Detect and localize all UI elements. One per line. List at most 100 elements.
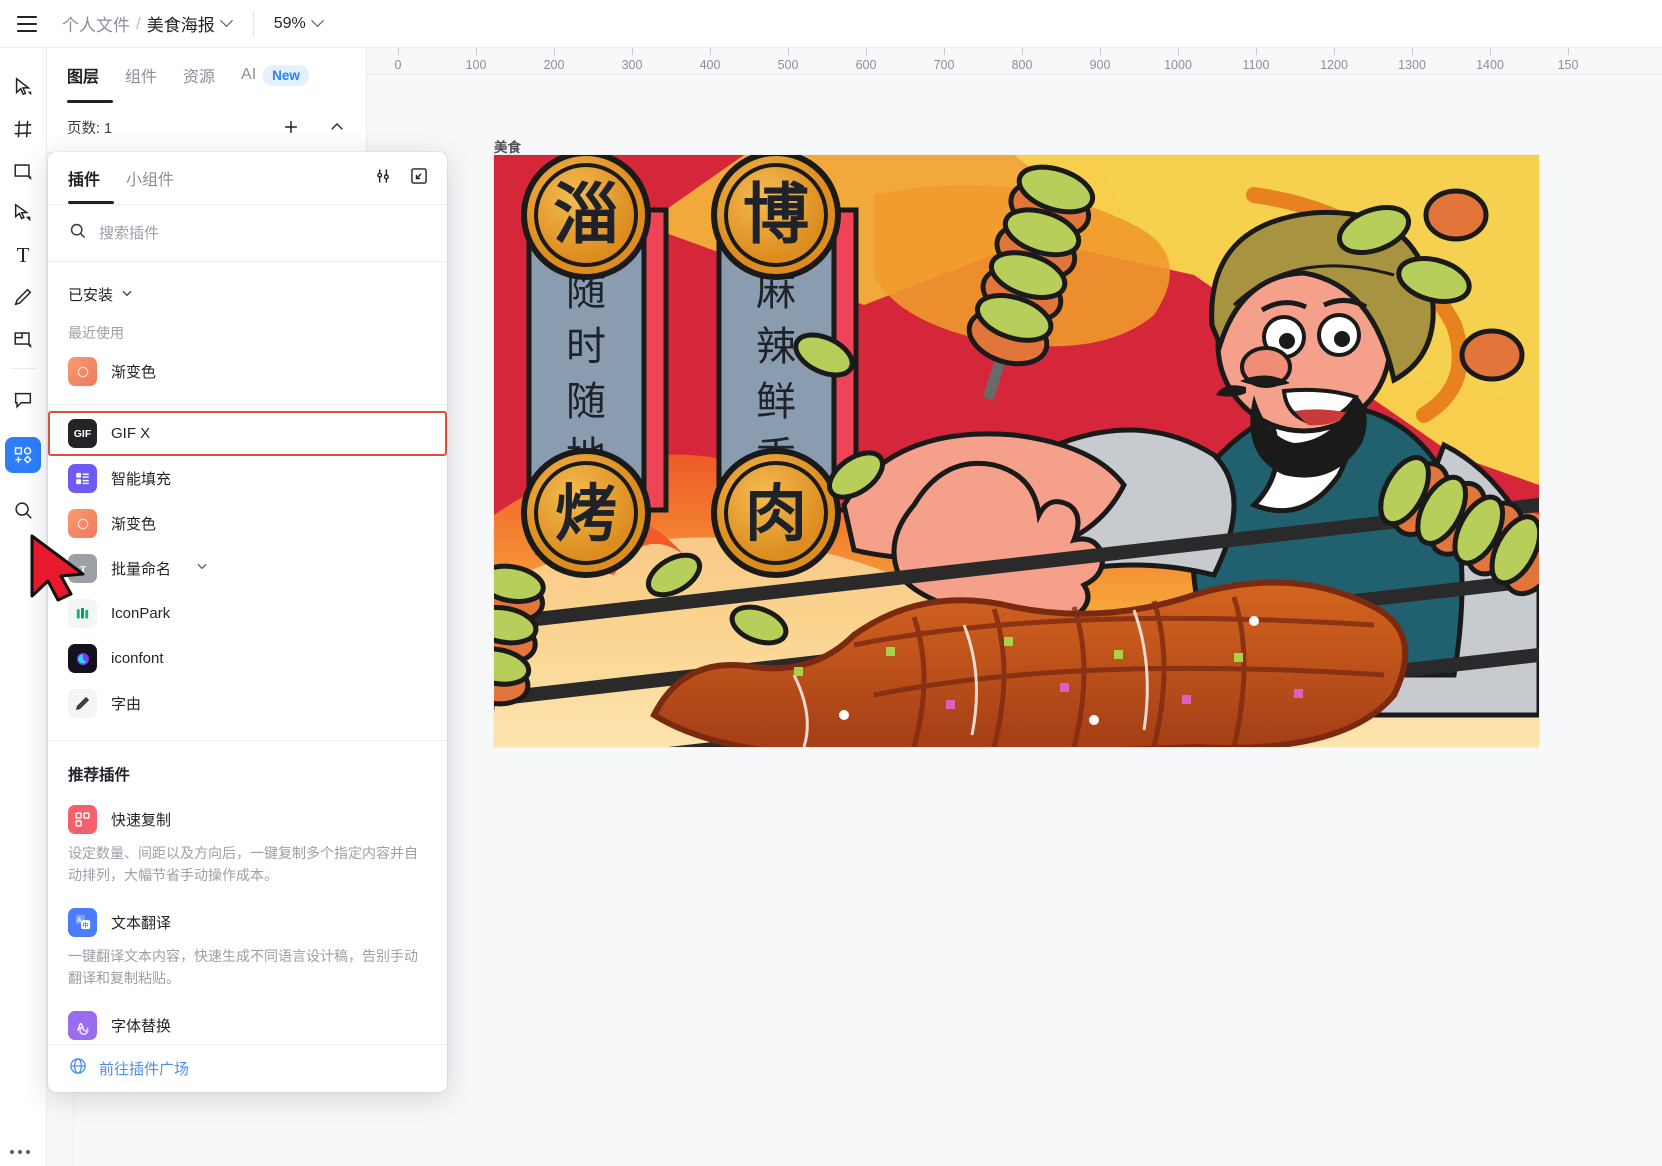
installed-section-header[interactable]: 已安装 (48, 262, 447, 309)
ruler-tick (1412, 48, 1413, 55)
plugin-name: IconPark (111, 605, 171, 622)
more-options-button[interactable] (10, 1150, 30, 1154)
breadcrumb-filename[interactable]: 美食海报 (147, 11, 215, 36)
breadcrumb-separator: / (136, 13, 141, 33)
list-item[interactable]: T 批量命名 (48, 546, 447, 591)
ruler-tick (1178, 48, 1179, 55)
search-icon (68, 221, 87, 245)
search-tool[interactable] (3, 489, 43, 531)
gif-icon: GIF (68, 419, 97, 448)
chevron-down-icon[interactable] (310, 14, 324, 28)
quick-copy-icon (68, 804, 97, 834)
ruler-label: 150 (1557, 58, 1579, 72)
list-item[interactable]: GIF GIF X (48, 411, 447, 456)
list-item[interactable]: A 字体替换 可一键批量替换设计稿中使用到的所有字体， (48, 1002, 447, 1044)
zoom-level-label: 59% (273, 14, 306, 32)
plugin-name: GIF X (111, 425, 151, 442)
font-replace-icon: A (68, 1011, 97, 1041)
iconfont-icon (68, 644, 97, 673)
zoom-control[interactable]: 59% (273, 14, 324, 33)
ruler-label: 1100 (1242, 58, 1270, 72)
list-item[interactable]: 字由 (48, 681, 447, 726)
comment-tool[interactable] (3, 379, 43, 421)
add-page-button[interactable] (280, 116, 302, 138)
plugin-tab-widgets[interactable]: 小组件 (126, 166, 174, 190)
pencil-tool[interactable] (3, 276, 43, 318)
list-item[interactable]: iconfont (48, 636, 447, 681)
tab-ai[interactable]: AI (241, 66, 256, 86)
plugin-panel-body[interactable]: 已安装 最近使用 渐变色 GIF GIF X 智能填充 渐变色 T 批量命名 I… (48, 262, 447, 1044)
plugin-name: 字由 (111, 696, 142, 713)
rectangle-icon (12, 160, 34, 182)
text-tool[interactable]: T (3, 234, 43, 276)
list-item[interactable]: 快速复制 设定数量、间距以及方向后，一键复制多个指定内容并自动排列，大幅节省手动… (48, 795, 447, 898)
plugin-name: 渐变色 (111, 516, 157, 533)
shape-tool[interactable] (3, 150, 43, 192)
plugin-marketplace-link[interactable]: 前往插件广场 (48, 1044, 447, 1092)
poster-illustration: 随 时 随 地 淄 烤 麻 辣 鲜 (494, 155, 1539, 747)
pen-tool[interactable] (3, 192, 43, 234)
ruler-tick (866, 48, 867, 55)
move-select-icon (12, 76, 34, 98)
list-item[interactable]: A 中 文本翻译 一键翻译文本内容，快速生成不同语言设计稿，告别手动翻译和复制粘… (48, 898, 447, 1001)
active-tab-indicator (67, 100, 113, 103)
collapse-pages-button[interactable] (326, 116, 348, 138)
toolbar-divider (252, 11, 254, 36)
ruler-tick (476, 48, 477, 55)
recommended-section-label: 推荐插件 (68, 767, 131, 784)
plugin-tab-plugins[interactable]: 插件 (68, 166, 100, 190)
svg-text:时: 时 (566, 325, 606, 369)
artboard[interactable]: 随 时 随 地 淄 烤 麻 辣 鲜 (494, 155, 1539, 747)
ruler-tick (554, 48, 555, 55)
plugin-tool[interactable] (5, 437, 41, 473)
batch-rename-icon: T (68, 554, 97, 583)
ruler-label: 1000 (1164, 58, 1192, 72)
svg-text:肉: 肉 (745, 480, 807, 549)
tab-ai-wrapper[interactable]: AI New (241, 65, 309, 86)
hamburger-icon[interactable] (10, 7, 44, 41)
ruler-label: 100 (465, 58, 487, 72)
list-item[interactable]: 智能填充 (48, 456, 447, 501)
search-input[interactable] (99, 224, 379, 242)
move-tool[interactable] (3, 66, 43, 108)
ruler-tick (1100, 48, 1101, 55)
ruler-tick (788, 48, 789, 55)
ruler-label: 1400 (1476, 58, 1504, 72)
ruler-tick (1490, 48, 1491, 55)
ruler-tick (944, 48, 945, 55)
tab-assets[interactable]: 资源 (183, 63, 215, 89)
chevron-down-icon[interactable] (120, 286, 134, 304)
frame-tool[interactable] (3, 108, 43, 150)
settings-sliders-icon[interactable] (373, 166, 393, 191)
plugin-search-row[interactable] (48, 205, 447, 262)
plugin-panel-header: 插件 小组件 (48, 152, 447, 205)
ruler-label: 500 (777, 58, 799, 72)
tab-components[interactable]: 组件 (125, 63, 157, 89)
list-item[interactable]: 渐变色 (48, 501, 447, 546)
plugin-description: 设定数量、间距以及方向后，一键复制多个指定内容并自动排列，大幅节省手动操作成本。 (68, 845, 418, 883)
plugin-name: 字体替换 (111, 1018, 172, 1036)
breadcrumb-folder[interactable]: 个人文件 (62, 11, 130, 36)
list-item[interactable]: 渐变色 (48, 349, 447, 394)
svg-text:博: 博 (743, 177, 809, 251)
ruler-label: 1200 (1320, 58, 1348, 72)
chevron-down-icon[interactable] (195, 559, 209, 578)
ruler-tick (1568, 48, 1569, 55)
recent-used-label: 最近使用 (68, 325, 124, 341)
chevron-down-icon[interactable] (219, 14, 233, 28)
top-bar: 个人文件 / 美食海报 59% (0, 0, 1662, 48)
panel-tabs: 图层 组件 资源 AI New (47, 48, 366, 103)
ruler-label: 600 (855, 58, 877, 72)
ruler-label: 800 (1011, 58, 1033, 72)
slice-tool[interactable] (3, 318, 43, 360)
artboard-label[interactable]: 美食 (494, 136, 521, 156)
expand-panel-icon[interactable] (409, 166, 429, 191)
gradient-icon (68, 357, 97, 386)
globe-icon (68, 1056, 88, 1081)
new-badge: New (263, 65, 309, 86)
tab-layers[interactable]: 图层 (67, 63, 99, 89)
ruler-label: 200 (543, 58, 565, 72)
ruler-tick (1256, 48, 1257, 55)
list-item[interactable]: IconPark (48, 591, 447, 636)
pencil-icon (12, 286, 34, 308)
